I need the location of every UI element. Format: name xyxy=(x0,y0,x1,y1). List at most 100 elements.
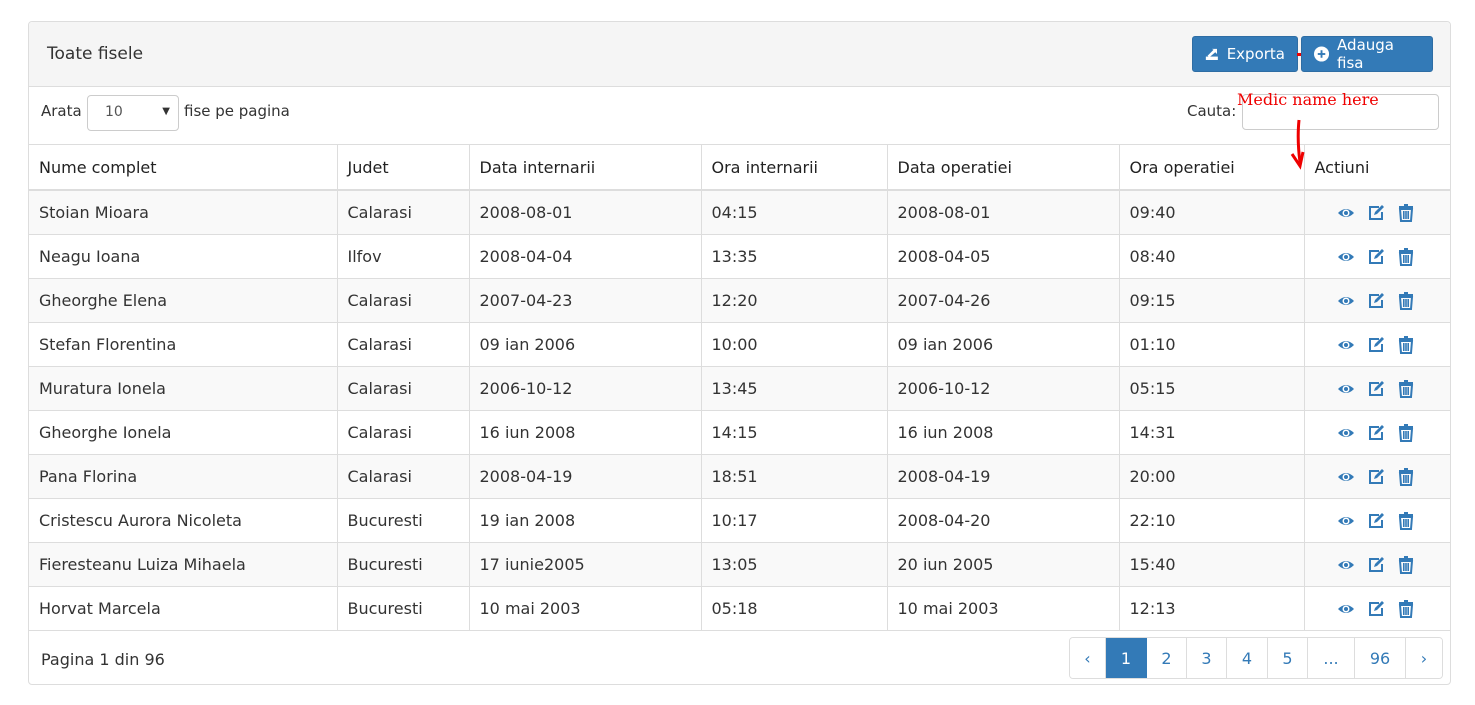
table-row: Stoian Mioara Calarasi 2008-08-01 04:15 2008… xyxy=(29,189,1450,235)
edit-icon[interactable] xyxy=(1367,380,1385,398)
edit-icon[interactable] xyxy=(1367,336,1385,354)
delete-icon[interactable] xyxy=(1397,556,1415,575)
table-cell: 08:40 xyxy=(1118,234,1305,279)
row-actions xyxy=(1303,498,1450,543)
page-link[interactable]: 1 xyxy=(1106,638,1147,678)
table-cell: 05:15 xyxy=(1118,366,1305,411)
edit-icon[interactable] xyxy=(1367,600,1385,618)
records-panel: Toate fisele Exporta Adauga fisa Arata 1… xyxy=(28,21,1451,685)
view-icon[interactable] xyxy=(1337,512,1355,530)
column-header[interactable]: Data operatiei xyxy=(886,144,1120,191)
per-page-suffix: fise pe pagina xyxy=(184,102,290,120)
table-cell: Bucuresti xyxy=(336,498,470,543)
export-icon xyxy=(1205,48,1218,60)
edit-icon[interactable] xyxy=(1367,248,1385,266)
page-link[interactable]: 96 xyxy=(1355,638,1406,678)
delete-icon[interactable] xyxy=(1397,292,1415,311)
export-label: Exporta xyxy=(1226,45,1285,63)
edit-icon[interactable] xyxy=(1367,512,1385,530)
table-cell: 2006-10-12 xyxy=(468,366,702,411)
view-icon[interactable] xyxy=(1337,468,1355,486)
row-actions xyxy=(1303,189,1450,235)
view-icon[interactable] xyxy=(1337,336,1355,354)
table-cell: 10 mai 2003 xyxy=(468,586,702,631)
table-cell: 09:40 xyxy=(1118,189,1305,235)
page-link[interactable]: 2 xyxy=(1147,638,1187,678)
table-cell: 20:00 xyxy=(1118,454,1305,499)
table-cell: 12:13 xyxy=(1118,586,1305,631)
table-cell: 16 iun 2008 xyxy=(886,410,1120,455)
table-cell: 09:15 xyxy=(1118,278,1305,323)
view-icon[interactable] xyxy=(1337,600,1355,618)
table-cell: 20 iun 2005 xyxy=(886,542,1120,587)
prev-page-button[interactable]: ‹ xyxy=(1070,638,1106,678)
edit-icon[interactable] xyxy=(1367,424,1385,442)
column-header[interactable]: Nume complet xyxy=(29,144,338,191)
table-cell: 2007-04-26 xyxy=(886,278,1120,323)
table-footer: Pagina 1 din 96 ‹ 1 2 3 4 5... 96 › xyxy=(29,631,1450,687)
table-cell: 17 iunie2005 xyxy=(468,542,702,587)
delete-icon[interactable] xyxy=(1397,468,1415,487)
table-cell: Cristescu Aurora Nicoleta xyxy=(29,498,338,543)
pagination: ‹ 1 2 3 4 5... 96 › xyxy=(1069,637,1443,679)
table-row: Neagu Ioana Ilfov 2008-04-04 13:35 2008-04-0… xyxy=(29,234,1450,279)
table-cell: 13:45 xyxy=(700,366,888,411)
edit-icon[interactable] xyxy=(1367,204,1385,222)
table-cell: Calarasi xyxy=(336,410,470,455)
table-cell: Neagu Ioana xyxy=(29,234,338,279)
add-record-button[interactable]: Adauga fisa xyxy=(1301,36,1433,72)
column-header[interactable]: Ora internarii xyxy=(700,144,888,191)
column-header: Actiuni xyxy=(1303,144,1450,191)
view-icon[interactable] xyxy=(1337,204,1355,222)
view-icon[interactable] xyxy=(1337,424,1355,442)
view-icon[interactable] xyxy=(1337,248,1355,266)
page-link[interactable]: 5 xyxy=(1268,638,1308,678)
row-actions xyxy=(1303,322,1450,367)
next-page-button[interactable]: › xyxy=(1406,638,1442,678)
table-cell: 2008-04-19 xyxy=(886,454,1120,499)
table-cell: Calarasi xyxy=(336,322,470,367)
table-header-row: Nume complet Judet Data internarii Ora i… xyxy=(29,144,1450,191)
table-cell: 01:10 xyxy=(1118,322,1305,367)
delete-icon[interactable] xyxy=(1397,248,1415,267)
table-cell: 13:05 xyxy=(700,542,888,587)
delete-icon[interactable] xyxy=(1397,512,1415,531)
column-header[interactable]: Judet xyxy=(336,144,470,191)
per-page-value: 10 xyxy=(105,104,123,120)
edit-icon[interactable] xyxy=(1367,292,1385,310)
table-cell: 2008-04-05 xyxy=(886,234,1120,279)
delete-icon[interactable] xyxy=(1397,424,1415,443)
plus-circle-icon xyxy=(1314,46,1330,62)
table-cell: 09 ian 2006 xyxy=(468,322,702,367)
column-header[interactable]: Ora operatiei xyxy=(1118,144,1305,191)
view-icon[interactable] xyxy=(1337,292,1355,310)
delete-icon[interactable] xyxy=(1397,600,1415,619)
records-table: Nume complet Judet Data internarii Ora i… xyxy=(29,144,1450,631)
delete-icon[interactable] xyxy=(1397,204,1415,223)
delete-icon[interactable] xyxy=(1397,336,1415,355)
table-row: Stefan Florentina Calarasi 09 ian 2006 10:0… xyxy=(29,322,1450,367)
page-link[interactable]: 4 xyxy=(1227,638,1268,678)
delete-icon[interactable] xyxy=(1397,380,1415,399)
table-cell: Calarasi xyxy=(336,454,470,499)
edit-icon[interactable] xyxy=(1367,468,1385,486)
row-actions xyxy=(1303,366,1450,411)
export-button[interactable]: Exporta xyxy=(1192,36,1298,72)
per-page-select[interactable]: 10 ▼ xyxy=(87,95,179,131)
edit-icon[interactable] xyxy=(1367,556,1385,574)
chevron-down-icon: ▼ xyxy=(162,106,170,117)
table-cell: Muratura Ionela xyxy=(29,366,338,411)
page-link[interactable]: 3 xyxy=(1187,638,1227,678)
add-record-label: Adauga fisa xyxy=(1337,36,1394,72)
table-cell: Pana Florina xyxy=(29,454,338,499)
page-title: Toate fisele xyxy=(47,44,144,64)
table-cell: Calarasi xyxy=(336,189,470,235)
table-cell: 2008-04-04 xyxy=(468,234,702,279)
view-icon[interactable] xyxy=(1337,380,1355,398)
table-cell: 2008-08-01 xyxy=(468,189,702,235)
view-icon[interactable] xyxy=(1337,556,1355,574)
table-cell: 2006-10-12 xyxy=(886,366,1120,411)
table-cell: 18:51 xyxy=(700,454,888,499)
table-cell: 13:35 xyxy=(700,234,888,279)
column-header[interactable]: Data internarii xyxy=(468,144,702,191)
